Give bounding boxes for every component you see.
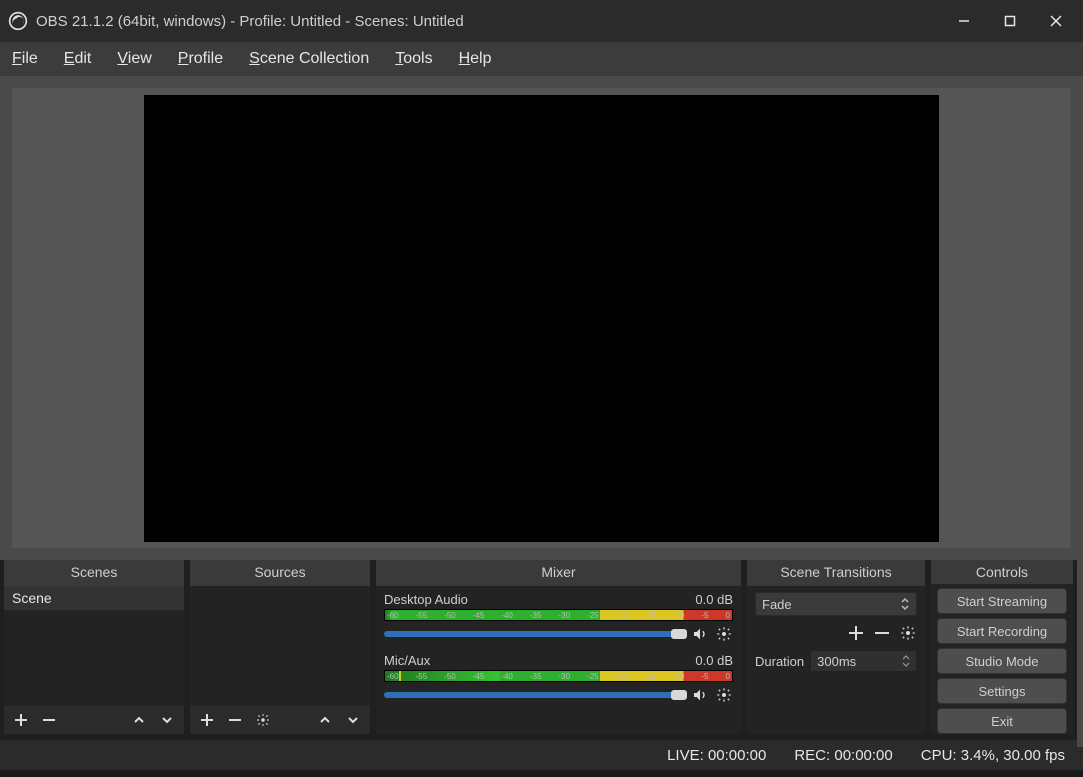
move-source-up-button[interactable] xyxy=(316,711,334,729)
gear-icon[interactable] xyxy=(715,686,733,704)
status-live: LIVE: 00:00:00 xyxy=(667,747,766,764)
move-scene-down-button[interactable] xyxy=(158,711,176,729)
remove-transition-button[interactable] xyxy=(873,624,891,642)
mixer-channel: Desktop Audio 0.0 dB -60-55-50-45-40-35-… xyxy=(376,588,741,649)
mixer-body: Desktop Audio 0.0 dB -60-55-50-45-40-35-… xyxy=(376,586,741,734)
menu-help[interactable]: Help xyxy=(453,46,498,72)
exit-button[interactable]: Exit xyxy=(937,708,1067,734)
volume-meter: -60-55-50-45-40-35-30-25-20-15-10-50 xyxy=(384,670,733,682)
transition-select[interactable]: Fade xyxy=(755,592,917,616)
controls-body: Start Streaming Start Recording Studio M… xyxy=(931,584,1073,734)
studio-mode-button[interactable]: Studio Mode xyxy=(937,648,1067,674)
duration-value: 300ms xyxy=(817,654,856,669)
channel-name: Mic/Aux xyxy=(384,653,430,668)
preview-area xyxy=(0,76,1083,560)
speaker-icon[interactable] xyxy=(691,686,709,704)
start-streaming-button[interactable]: Start Streaming xyxy=(937,588,1067,614)
preview-canvas[interactable] xyxy=(144,95,939,542)
maximize-button[interactable] xyxy=(987,5,1033,37)
add-transition-button[interactable] xyxy=(847,624,865,642)
source-properties-button[interactable] xyxy=(254,711,272,729)
preview-background xyxy=(12,88,1071,548)
window-title: OBS 21.1.2 (64bit, windows) - Profile: U… xyxy=(36,13,933,30)
gear-icon[interactable] xyxy=(715,625,733,643)
transition-properties-button[interactable] xyxy=(899,624,917,642)
menu-file[interactable]: File xyxy=(6,46,44,72)
mixer-title: Mixer xyxy=(376,560,741,586)
transitions-dock: Scene Transitions Fade Duration 300ms xyxy=(747,560,925,734)
mixer-channel: Mic/Aux 0.0 dB -60-55-50-45-40-35-30-25-… xyxy=(376,649,741,710)
sources-dock: Sources xyxy=(190,560,370,734)
add-source-button[interactable] xyxy=(198,711,216,729)
controls-title: Controls xyxy=(931,560,1073,584)
transitions-body: Fade Duration 300ms xyxy=(747,586,925,734)
channel-db: 0.0 dB xyxy=(695,592,733,607)
title-bar: OBS 21.1.2 (64bit, windows) - Profile: U… xyxy=(0,0,1083,42)
status-cpu: CPU: 3.4%, 30.00 fps xyxy=(921,747,1065,764)
status-bar: LIVE: 00:00:00 REC: 00:00:00 CPU: 3.4%, … xyxy=(0,740,1083,770)
sources-toolbar xyxy=(190,706,370,734)
scenes-list[interactable]: Scene xyxy=(4,586,184,706)
sources-list[interactable] xyxy=(190,586,370,706)
menu-bar: File Edit View Profile Scene Collection … xyxy=(0,42,1083,76)
menu-edit[interactable]: Edit xyxy=(58,46,98,72)
sources-title: Sources xyxy=(190,560,370,586)
volume-meter: -60-55-50-45-40-35-30-25-20-15-10-50 xyxy=(384,609,733,621)
start-recording-button[interactable]: Start Recording xyxy=(937,618,1067,644)
scenes-toolbar xyxy=(4,706,184,734)
menu-tools[interactable]: Tools xyxy=(389,46,438,72)
close-button[interactable] xyxy=(1033,5,1079,37)
duration-label: Duration xyxy=(755,654,804,669)
remove-source-button[interactable] xyxy=(226,711,244,729)
volume-slider[interactable] xyxy=(384,631,685,637)
transitions-title: Scene Transitions xyxy=(747,560,925,586)
mixer-dock: Mixer Desktop Audio 0.0 dB -60-55-50-45-… xyxy=(376,560,741,734)
updown-icon xyxy=(900,597,910,611)
remove-scene-button[interactable] xyxy=(40,711,58,729)
volume-slider[interactable] xyxy=(384,692,685,698)
add-scene-button[interactable] xyxy=(12,711,30,729)
dock-row: Scenes Scene Sources Mixer xyxy=(0,560,1083,740)
speaker-icon[interactable] xyxy=(691,625,709,643)
settings-button[interactable]: Settings xyxy=(937,678,1067,704)
menu-scene-collection[interactable]: Scene Collection xyxy=(243,46,375,72)
channel-name: Desktop Audio xyxy=(384,592,468,607)
scrollbar[interactable] xyxy=(1077,76,1083,747)
channel-db: 0.0 dB xyxy=(695,653,733,668)
controls-dock: Controls Start Streaming Start Recording… xyxy=(931,560,1073,734)
scenes-dock: Scenes Scene xyxy=(4,560,184,734)
menu-profile[interactable]: Profile xyxy=(172,46,229,72)
move-scene-up-button[interactable] xyxy=(130,711,148,729)
menu-view[interactable]: View xyxy=(111,46,157,72)
move-source-down-button[interactable] xyxy=(344,711,362,729)
obs-logo-icon xyxy=(8,11,28,31)
scene-item[interactable]: Scene xyxy=(4,586,184,610)
transition-select-value: Fade xyxy=(762,597,792,612)
duration-spin[interactable]: 300ms xyxy=(810,650,917,672)
minimize-button[interactable] xyxy=(941,5,987,37)
scenes-title: Scenes xyxy=(4,560,184,586)
status-rec: REC: 00:00:00 xyxy=(794,747,892,764)
updown-icon xyxy=(902,654,910,668)
